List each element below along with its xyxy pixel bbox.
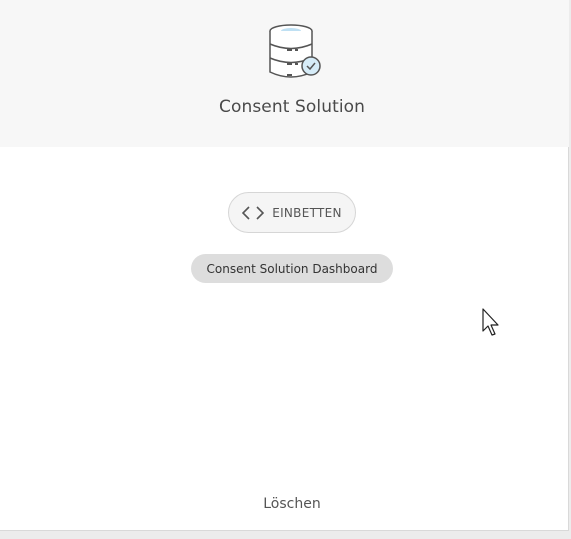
database-check-icon <box>265 22 325 82</box>
consent-solution-card: Consent Solution EINBETTEN Consent Solut… <box>0 0 569 531</box>
embed-button-label: EINBETTEN <box>272 205 342 220</box>
card-header: Consent Solution <box>0 0 569 147</box>
dashboard-chip[interactable]: Consent Solution Dashboard <box>191 254 393 283</box>
delete-link[interactable]: Löschen <box>0 496 571 512</box>
embed-button[interactable]: EINBETTEN <box>228 192 356 233</box>
code-icon <box>242 205 265 221</box>
card-title: Consent Solution <box>218 97 366 117</box>
mouse-pointer-icon <box>482 308 504 338</box>
